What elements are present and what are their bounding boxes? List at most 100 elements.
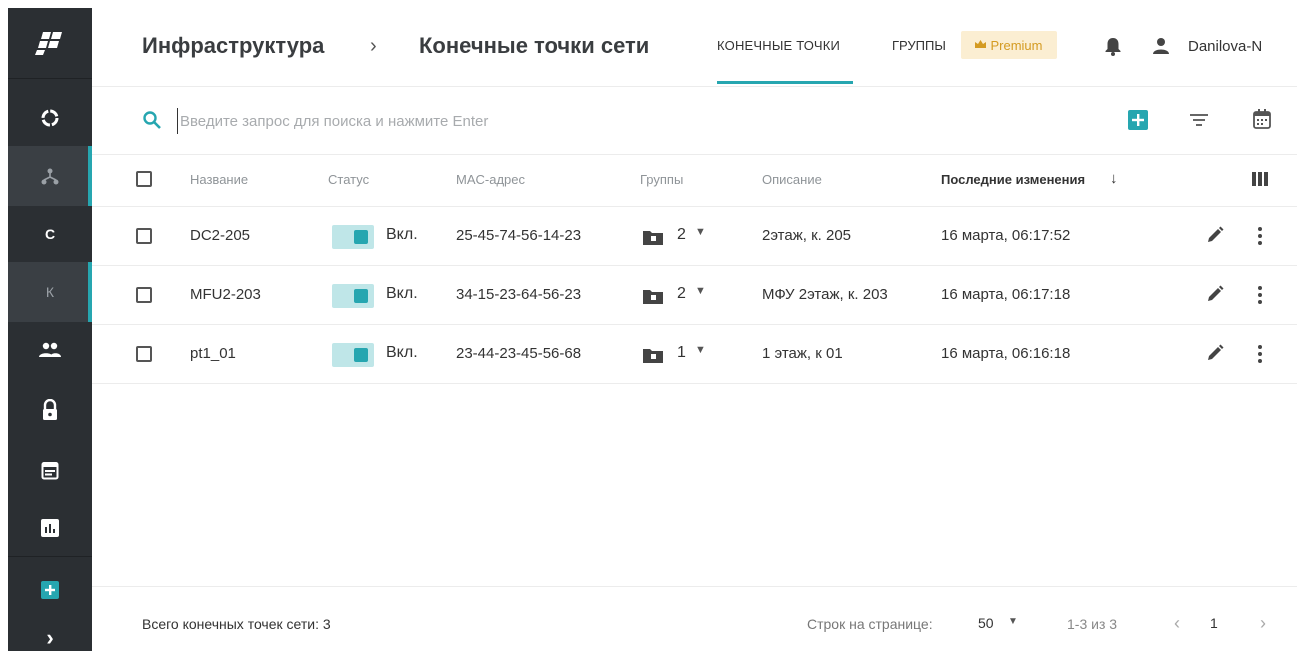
sidebar: C К › (8, 8, 92, 651)
add-endpoint-button[interactable] (1128, 110, 1148, 130)
sidebar-item-k[interactable]: К (8, 262, 92, 322)
users-icon (39, 342, 61, 357)
chevron-down-icon[interactable]: ▼ (695, 285, 706, 297)
col-name[interactable]: Название (190, 172, 248, 187)
sidebar-item-reports[interactable] (8, 498, 92, 558)
status-toggle[interactable] (332, 343, 374, 367)
tab-endpoints[interactable]: КОНЕЧНЫЕ ТОЧКИ (717, 38, 840, 53)
sort-desc-icon[interactable]: ↓ (1110, 170, 1118, 187)
table-row[interactable]: DC2-205 Вкл. 25-45-74-56-14-23 2 ▼ 2этаж… (92, 207, 1297, 266)
sidebar-item-users[interactable] (8, 320, 92, 380)
current-page[interactable]: 1 (1210, 615, 1218, 631)
network-icon (41, 168, 59, 185)
crown-icon (975, 39, 987, 51)
col-mac[interactable]: MAC-адрес (456, 172, 525, 187)
total-count: Всего конечных точек сети: 3 (142, 616, 331, 632)
circle-icon (41, 109, 59, 127)
endpoint-name[interactable]: DC2-205 (190, 227, 250, 244)
columns-icon[interactable] (1252, 172, 1268, 186)
search-icon (143, 111, 161, 129)
row-checkbox[interactable] (136, 287, 152, 303)
user-icon[interactable] (1150, 35, 1172, 57)
breadcrumb-root[interactable]: Инфраструктура (142, 33, 324, 59)
endpoint-description: 1 этаж, к 01 (762, 345, 843, 362)
bell-icon[interactable] (1102, 35, 1124, 57)
sidebar-item-dashboard[interactable] (8, 88, 92, 148)
col-status[interactable]: Статус (328, 172, 369, 187)
row-checkbox[interactable] (136, 228, 152, 244)
pencil-icon[interactable] (1205, 284, 1225, 304)
chevron-down-icon[interactable]: ▼ (695, 226, 706, 238)
page-title: Конечные точки сети (419, 33, 650, 58)
endpoint-name[interactable]: pt1_01 (190, 345, 236, 362)
groups-count[interactable]: 1 (677, 344, 686, 362)
pencil-icon[interactable] (1205, 343, 1225, 363)
sidebar-letter-k: К (45, 284, 55, 300)
table-row[interactable]: MFU2-203 Вкл. 34-15-23-64-56-23 2 ▼ МФУ … (92, 266, 1297, 325)
sidebar-item-security[interactable] (8, 380, 92, 440)
tab-groups[interactable]: ГРУППЫ (892, 38, 946, 53)
pencil-icon[interactable] (1205, 225, 1225, 245)
table-header: Название Статус MAC-адрес Группы Описани… (92, 154, 1297, 207)
status-label: Вкл. (386, 226, 418, 243)
rows-per-page-label: Строк на странице: (807, 616, 933, 632)
col-modified[interactable]: Последние изменения (941, 172, 1085, 187)
premium-label: Premium (990, 37, 1043, 53)
premium-badge[interactable]: Premium (961, 31, 1057, 59)
table-footer: Всего конечных точек сети: 3 Строк на ст… (92, 586, 1297, 652)
more-vertical-icon[interactable] (1252, 343, 1268, 365)
col-groups[interactable]: Группы (640, 172, 683, 187)
chevron-down-icon[interactable]: ▼ (695, 344, 706, 356)
more-vertical-icon[interactable] (1252, 225, 1268, 247)
app-window: C К › Инфраструктура › Конечные точки се… (0, 0, 1297, 651)
calendar-icon (41, 462, 59, 480)
table-row[interactable]: pt1_01 Вкл. 23-44-23-45-56-68 1 ▼ 1 этаж… (92, 325, 1297, 384)
rows-per-page-select[interactable]: 50 (978, 615, 994, 631)
status-toggle[interactable] (332, 225, 374, 249)
sidebar-item-network[interactable] (8, 146, 92, 206)
sidebar-letter-c: C (44, 226, 56, 242)
endpoint-description: 2этаж, к. 205 (762, 227, 852, 244)
modified-time: 16 марта, 06:16:18 (941, 345, 1071, 362)
status-toggle[interactable] (332, 284, 374, 308)
endpoint-name[interactable]: MFU2-203 (190, 286, 261, 303)
chart-icon (41, 519, 59, 537)
mac-address: 23-44-23-45-56-68 (456, 345, 582, 362)
lock-icon (43, 399, 57, 420)
endpoint-description: МФУ 2этаж, к. 203 (762, 286, 888, 303)
groups-count[interactable]: 2 (677, 285, 686, 303)
sidebar-expand-button[interactable]: › (8, 618, 92, 651)
col-description[interactable]: Описание (762, 172, 822, 187)
plus-icon (1132, 114, 1144, 126)
folder-icon (643, 231, 663, 245)
status-label: Вкл. (386, 344, 418, 361)
calendar-filter-icon[interactable] (1252, 108, 1272, 130)
sidebar-item-c[interactable]: C (8, 204, 92, 264)
chevron-left-icon[interactable]: ‹ (1174, 613, 1180, 634)
modified-time: 16 марта, 06:17:18 (941, 286, 1071, 303)
folder-icon (643, 290, 663, 304)
row-checkbox[interactable] (136, 346, 152, 362)
select-all-checkbox[interactable] (136, 171, 152, 187)
sidebar-add-button[interactable] (8, 560, 92, 620)
sidebar-item-calendar[interactable] (8, 440, 92, 500)
search-input[interactable] (177, 108, 882, 134)
mac-address: 34-15-23-64-56-23 (456, 286, 582, 303)
logo-icon (35, 32, 62, 55)
more-vertical-icon[interactable] (1252, 284, 1268, 306)
folder-icon (643, 349, 663, 363)
chevron-right-icon: › (46, 625, 54, 650)
search-bar (92, 86, 1297, 155)
username[interactable]: Danilova-N (1188, 38, 1262, 55)
filter-icon[interactable] (1188, 110, 1210, 130)
page-range: 1-3 из 3 (1067, 616, 1118, 632)
active-tab-indicator (717, 81, 853, 84)
mac-address: 25-45-74-56-14-23 (456, 227, 582, 244)
chevron-right-icon[interactable]: › (1260, 613, 1266, 634)
status-label: Вкл. (386, 285, 418, 302)
groups-count[interactable]: 2 (677, 226, 686, 244)
header: Инфраструктура › Конечные точки сети КОН… (92, 8, 1297, 87)
breadcrumb-separator: › (370, 35, 377, 57)
chevron-down-icon[interactable]: ▼ (1008, 616, 1018, 627)
logo[interactable] (8, 8, 92, 78)
